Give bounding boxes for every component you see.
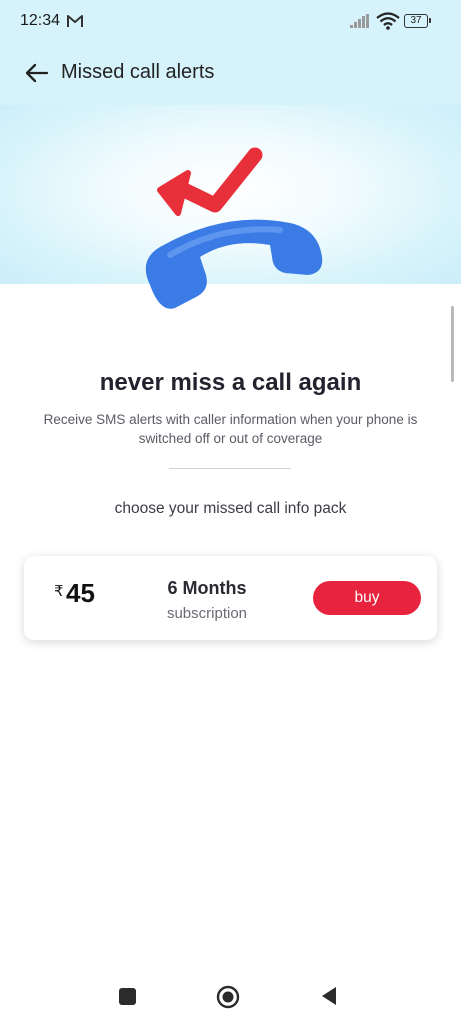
pack-duration: 6 Months [167, 578, 247, 598]
currency-symbol: ₹ [54, 583, 64, 600]
pack-prompt: choose your missed call info pack [114, 500, 347, 517]
missed-call-phone-icon [145, 147, 323, 309]
pack-price: 45 [66, 578, 95, 608]
cellular-signal-icon [350, 14, 369, 28]
status-bar: 12:34 37 [0, 0, 461, 44]
screen: 12:34 37 Missed call alerts never miss a… [0, 0, 461, 1024]
headline: never miss a call again [99, 369, 362, 396]
back-triangle-icon[interactable] [320, 986, 338, 1006]
recents-square-icon[interactable] [119, 988, 136, 1005]
buy-button[interactable]: buy [313, 581, 421, 615]
page-title: Missed call alerts [61, 61, 215, 83]
navigation-bar [0, 970, 461, 1024]
home-circle-icon[interactable] [216, 985, 240, 1009]
status-time: 12:34 [20, 12, 61, 29]
divider [169, 468, 291, 469]
pack-plan-type: subscription [166, 605, 248, 622]
wifi-icon [376, 12, 400, 30]
battery-icon: 37 [404, 14, 431, 28]
description: Receive SMS alerts with caller informati… [43, 412, 418, 446]
gmail-icon [67, 15, 83, 27]
back-arrow-icon[interactable] [22, 58, 52, 88]
pack-card[interactable]: ₹ 45 6 Months subscription buy [24, 556, 437, 640]
